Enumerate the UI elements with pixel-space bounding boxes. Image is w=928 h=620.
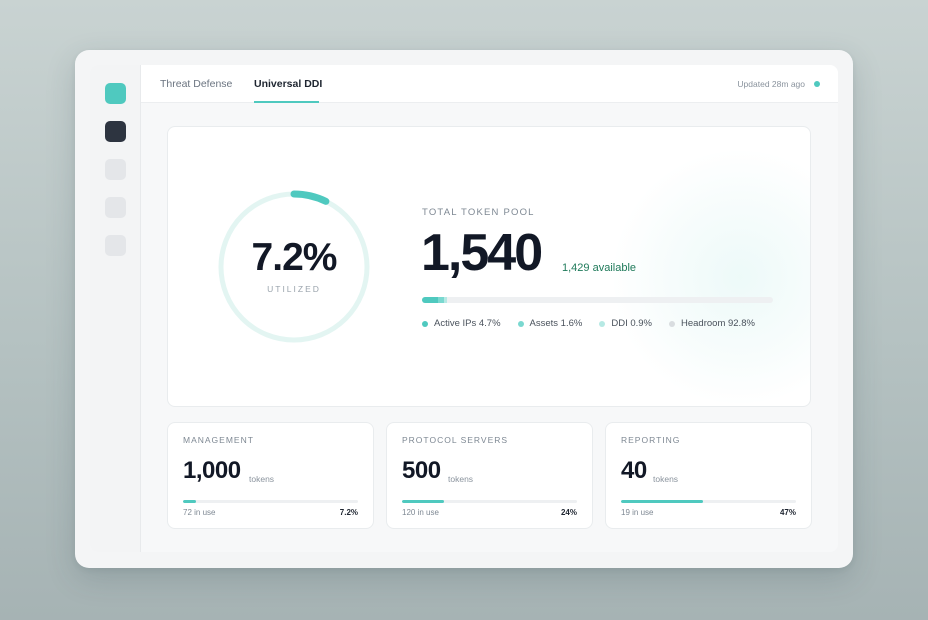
legend-dot (517, 320, 524, 327)
card-in-use: 19 in use (621, 508, 654, 517)
legend-dot (669, 320, 675, 327)
card-value: 40 (621, 457, 647, 484)
pool-available: 1,429 available (562, 262, 637, 274)
updated-timestamp: Updated 28m ago (737, 79, 805, 89)
tab-universal-ddi[interactable]: Universal DDI (254, 78, 322, 90)
nav-item-2[interactable] (105, 121, 126, 142)
legend-headroom: Headroom 92.8% (669, 318, 755, 329)
pool-total: 1,540 (421, 224, 543, 282)
pool-label: TOTAL TOKEN POOL (422, 207, 535, 218)
nav-item-3[interactable] (105, 159, 126, 180)
tab-threat-defense[interactable]: Threat Defense (160, 78, 232, 90)
background-glow (610, 147, 810, 406)
card-progress-bar (183, 500, 358, 503)
card-progress-fill (183, 500, 196, 503)
utilization-label: UTILIZED (267, 284, 321, 294)
legend-assets: Assets 1.6% (517, 318, 583, 329)
card-in-use: 120 in use (402, 508, 439, 517)
card-title: MANAGEMENT (183, 435, 254, 445)
legend-label: Headroom 92.8% (681, 318, 755, 329)
nav-item-active[interactable] (105, 83, 126, 104)
card-value: 1,000 (183, 457, 241, 484)
legend-active-ips: Active IPs 4.7% (422, 318, 501, 329)
breakdown-segment (444, 297, 448, 303)
legend-label: Active IPs 4.7% (434, 318, 501, 329)
legend-dot (422, 320, 428, 327)
card-unit: tokens (448, 474, 474, 484)
live-status-dot (814, 81, 820, 87)
card-management[interactable]: MANAGEMENT 1,000 tokens 72 in use 7.2% (167, 422, 374, 529)
legend-ddi: DDI 0.9% (599, 318, 652, 329)
pool-breakdown-bar (422, 297, 773, 303)
card-percent: 7.2% (339, 508, 358, 517)
sidebar (90, 65, 141, 552)
card-reporting[interactable]: REPORTING 40 tokens 19 in use 47% (605, 422, 812, 529)
pool-legend: Active IPs 4.7% Assets 1.6% DDI 0.9% Hea… (422, 318, 772, 329)
card-title: REPORTING (621, 435, 681, 445)
card-unit: tokens (249, 474, 275, 484)
top-bar: Threat Defense Universal DDI Updated 28m… (141, 65, 838, 103)
card-percent: 47% (779, 508, 796, 517)
card-progress-fill (402, 500, 444, 503)
card-protocol-servers[interactable]: PROTOCOL SERVERS 500 tokens 120 in use 2… (386, 422, 593, 529)
nav-item-4[interactable] (105, 197, 126, 218)
utilization-ring: 7.2% UTILIZED (215, 188, 373, 346)
card-in-use: 72 in use (183, 508, 216, 517)
legend-label: Assets 1.6% (529, 318, 583, 329)
legend-dot (599, 320, 606, 327)
card-percent: 24% (560, 508, 577, 517)
app-content: Threat Defense Universal DDI Updated 28m… (90, 65, 838, 552)
active-tab-indicator (254, 101, 319, 103)
card-title: PROTOCOL SERVERS (402, 435, 509, 445)
utilization-value: 7.2% (251, 236, 338, 279)
breakdown-segment (422, 297, 439, 303)
card-value: 500 (402, 457, 441, 484)
legend-label: DDI 0.9% (611, 318, 652, 329)
card-progress-bar (621, 500, 796, 503)
app-window: Threat Defense Universal DDI Updated 28m… (75, 50, 853, 568)
nav-item-5[interactable] (105, 235, 126, 256)
card-progress-fill (621, 500, 704, 503)
card-progress-bar (402, 500, 577, 503)
card-unit: tokens (653, 474, 679, 484)
token-pool-panel: 7.2% UTILIZED TOTAL TOKEN POOL 1,540 1,4… (167, 126, 811, 407)
